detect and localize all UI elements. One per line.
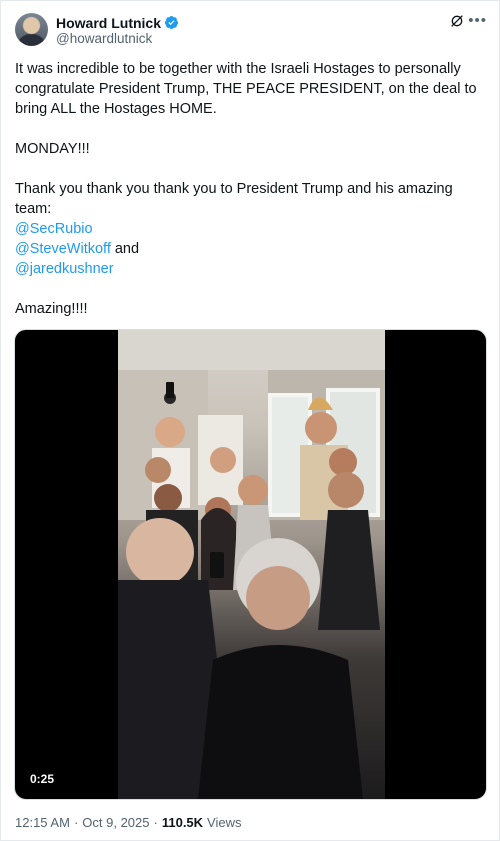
- tweet-meta: 12:15 AM · Oct 9, 2025 · 110.5K Views: [15, 815, 242, 830]
- author-name-row[interactable]: Howard Lutnick: [56, 14, 179, 31]
- author-display-name[interactable]: Howard Lutnick: [56, 15, 161, 31]
- author-avatar[interactable]: [15, 13, 48, 46]
- and-text: and: [110, 241, 140, 257]
- tweet-paragraph-2: MONDAY!!!: [15, 141, 90, 157]
- verified-badge-icon: [164, 15, 179, 30]
- post-date[interactable]: Oct 9, 2025: [82, 815, 149, 830]
- meta-separator-1: ·: [73, 815, 79, 830]
- mention-secrubio[interactable]: @SecRubio: [15, 221, 93, 237]
- views-label: Views: [207, 815, 242, 830]
- grok-icon[interactable]: [449, 13, 465, 29]
- tweet-paragraph-3: Thank you thank you thank you to Preside…: [15, 181, 453, 217]
- more-options-icon[interactable]: •••: [468, 12, 487, 29]
- video-player[interactable]: 0:25: [14, 329, 487, 800]
- video-scene: [118, 330, 385, 799]
- tweet-paragraph-1: It was incredible to be together with th…: [15, 61, 477, 117]
- tweet-card: Howard Lutnick @howardlutnick ••• It was…: [0, 0, 500, 841]
- views-count: 110.5K: [161, 815, 204, 830]
- tweet-header: Howard Lutnick @howardlutnick •••: [15, 12, 487, 47]
- video-frame[interactable]: [118, 330, 385, 799]
- mention-jaredkushner[interactable]: @jaredkushner: [15, 261, 114, 277]
- tweet-text: It was incredible to be together with th…: [15, 59, 485, 319]
- video-duration: 0:25: [24, 770, 61, 788]
- meta-separator-2: ·: [153, 815, 158, 830]
- mention-stevewitkoff[interactable]: @SteveWitkoff: [15, 241, 111, 257]
- post-time[interactable]: 12:15 AM: [15, 815, 70, 830]
- author-handle[interactable]: @howardlutnick: [56, 31, 152, 46]
- tweet-paragraph-4: Amazing!!!!: [15, 301, 88, 317]
